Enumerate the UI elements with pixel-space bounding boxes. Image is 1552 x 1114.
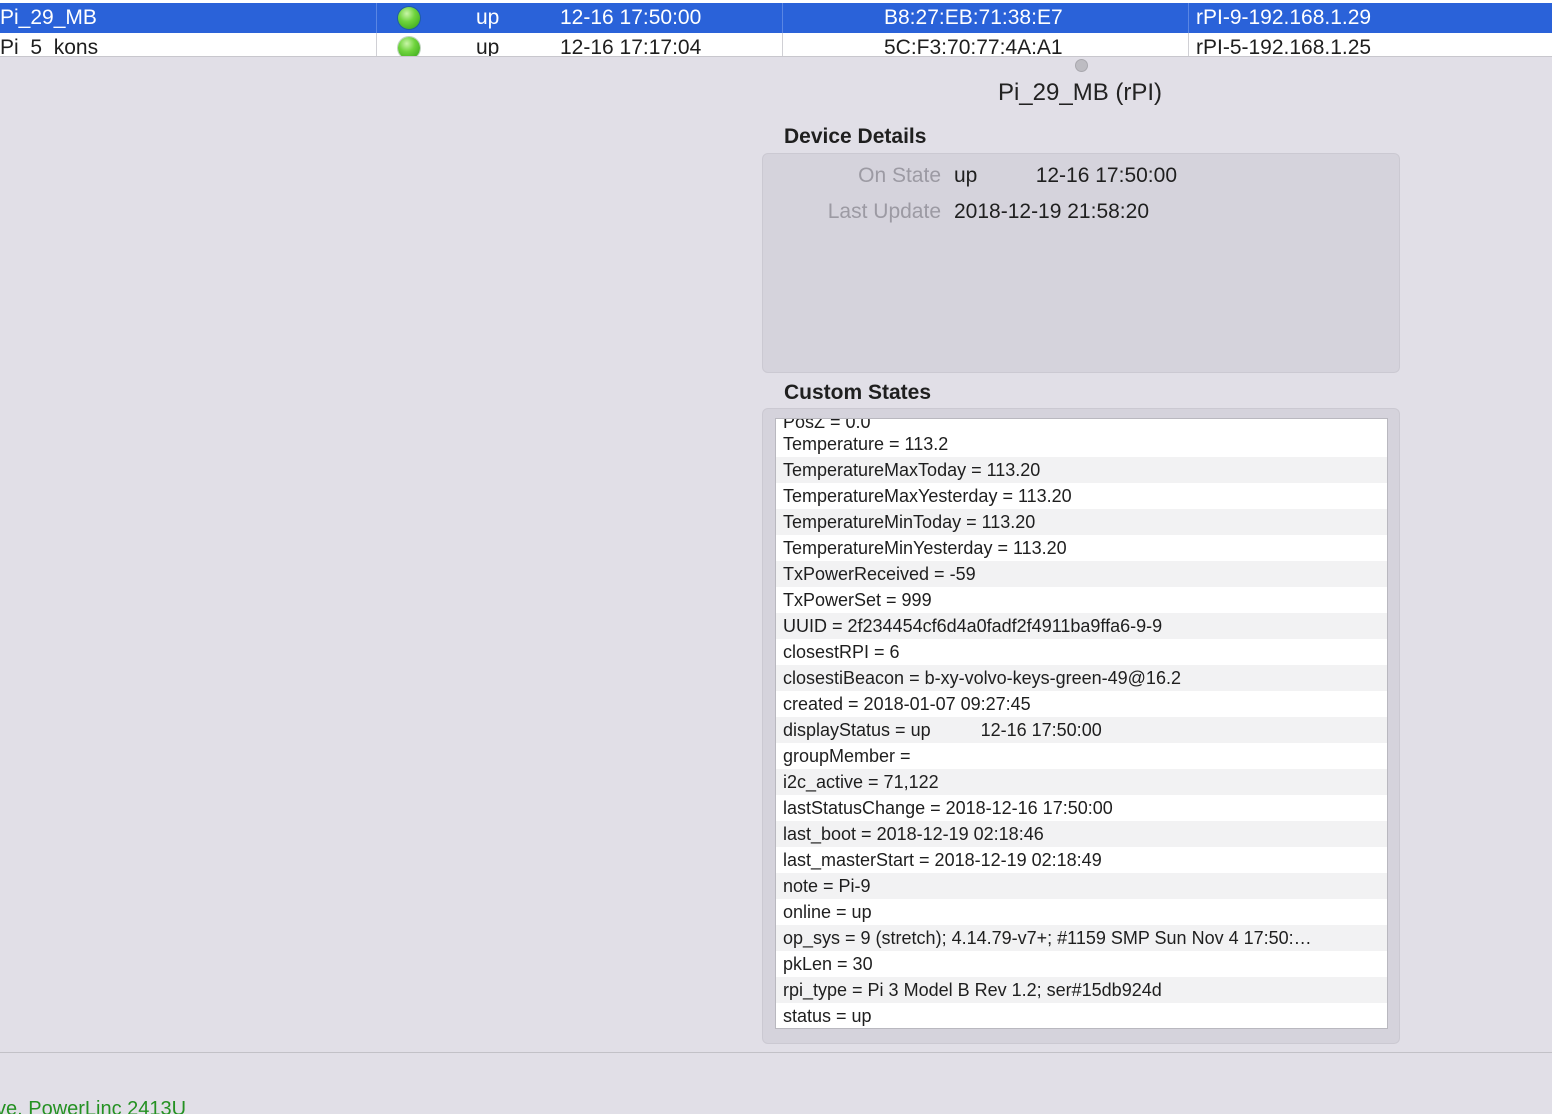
- last-update-value: 2018-12-19 21:58:20: [954, 200, 1149, 223]
- list-item[interactable]: pkLen = 30: [776, 951, 1387, 977]
- device-type-cell: rPI-5-192.168.1.25: [1196, 36, 1372, 57]
- on-state-value: up 12-16 17:50:00: [954, 164, 1177, 187]
- split-resize-handle[interactable]: [1075, 59, 1088, 72]
- list-item[interactable]: TemperatureMaxToday = 113.20: [776, 457, 1387, 483]
- list-item[interactable]: i2c_active = 71,122: [776, 769, 1387, 795]
- column-divider: [1188, 3, 1189, 33]
- device-table[interactable]: Pi_29_MB up 12-16 17:50:00 B8:27:EB:71:3…: [0, 0, 1552, 57]
- list-item[interactable]: lastStatusChange = 2018-12-16 17:50:00: [776, 795, 1387, 821]
- column-divider: [376, 3, 377, 33]
- device-type-cell: rPI-9-192.168.1.29: [1196, 6, 1372, 29]
- device-detail-window: Pi_29_MB up 12-16 17:50:00 B8:27:EB:71:3…: [0, 0, 1552, 1114]
- list-item[interactable]: PosZ = 0.0: [776, 419, 1387, 431]
- device-name-cell: Pi_29_MB: [0, 6, 97, 29]
- list-item[interactable]: UUID = 2f234454cf6d4a0fadf2f4911ba9ffa6-…: [776, 613, 1387, 639]
- custom-states-list[interactable]: PosZ = 0.0 Temperature = 113.2 Temperatu…: [775, 418, 1388, 1029]
- last-update-label: Last Update: [827, 200, 941, 223]
- device-state-cell: up: [476, 6, 500, 29]
- column-divider: [782, 33, 783, 56]
- custom-states-heading: Custom States: [784, 381, 932, 404]
- list-item[interactable]: note = Pi-9: [776, 873, 1387, 899]
- column-divider: [1188, 33, 1189, 56]
- list-item[interactable]: created = 2018-01-07 09:27:45: [776, 691, 1387, 717]
- list-item[interactable]: rpi_type = Pi 3 Model B Rev 1.2; ser#15d…: [776, 977, 1387, 1003]
- column-divider: [376, 33, 377, 56]
- table-row[interactable]: Pi_5_kons up 12-16 17:17:04 5C:F3:70:77:…: [0, 33, 1552, 57]
- list-item[interactable]: TxPowerSet = 999: [776, 587, 1387, 613]
- device-address-cell: B8:27:EB:71:38:E7: [884, 6, 1063, 29]
- bottom-divider: [0, 1052, 1552, 1053]
- list-item[interactable]: op_sys = 9 (stretch); 4.14.79-v7+; #1159…: [776, 925, 1387, 951]
- table-row[interactable]: Pi_29_MB up 12-16 17:50:00 B8:27:EB:71:3…: [0, 3, 1552, 33]
- list-item[interactable]: TemperatureMaxYesterday = 113.20: [776, 483, 1387, 509]
- column-divider: [782, 3, 783, 33]
- list-item[interactable]: TemperatureMinYesterday = 113.20: [776, 535, 1387, 561]
- list-item[interactable]: last_boot = 2018-12-19 02:18:46: [776, 821, 1387, 847]
- list-item[interactable]: last_masterStart = 2018-12-19 02:18:49: [776, 847, 1387, 873]
- device-time-cell: 12-16 17:50:00: [560, 6, 702, 29]
- device-state-cell: up: [476, 36, 500, 57]
- list-item[interactable]: groupMember =: [776, 743, 1387, 769]
- list-item[interactable]: status = up: [776, 1003, 1387, 1028]
- list-item[interactable]: Temperature = 113.2: [776, 431, 1387, 457]
- on-state-label: On State: [858, 164, 941, 187]
- list-item[interactable]: online = up: [776, 899, 1387, 925]
- list-item[interactable]: TemperatureMinToday = 113.20: [776, 509, 1387, 535]
- list-item[interactable]: displayStatus = up 12-16 17:50:00: [776, 717, 1387, 743]
- device-details-heading: Device Details: [784, 125, 927, 148]
- status-ok-icon: [398, 37, 420, 56]
- device-address-cell: 5C:F3:70:77:4A:A1: [884, 36, 1063, 57]
- status-ok-icon: [398, 7, 420, 29]
- device-time-cell: 12-16 17:17:04: [560, 36, 702, 57]
- list-item[interactable]: closestRPI = 6: [776, 639, 1387, 665]
- device-title: Pi_29_MB (rPI): [997, 79, 1163, 106]
- list-item[interactable]: closestiBeacon = b-xy-volvo-keys-green-4…: [776, 665, 1387, 691]
- device-name-cell: Pi_5_kons: [0, 36, 99, 57]
- list-item[interactable]: TxPowerReceived = -59: [776, 561, 1387, 587]
- interface-status-text: ve, PowerLinc 2413U: [0, 1098, 187, 1114]
